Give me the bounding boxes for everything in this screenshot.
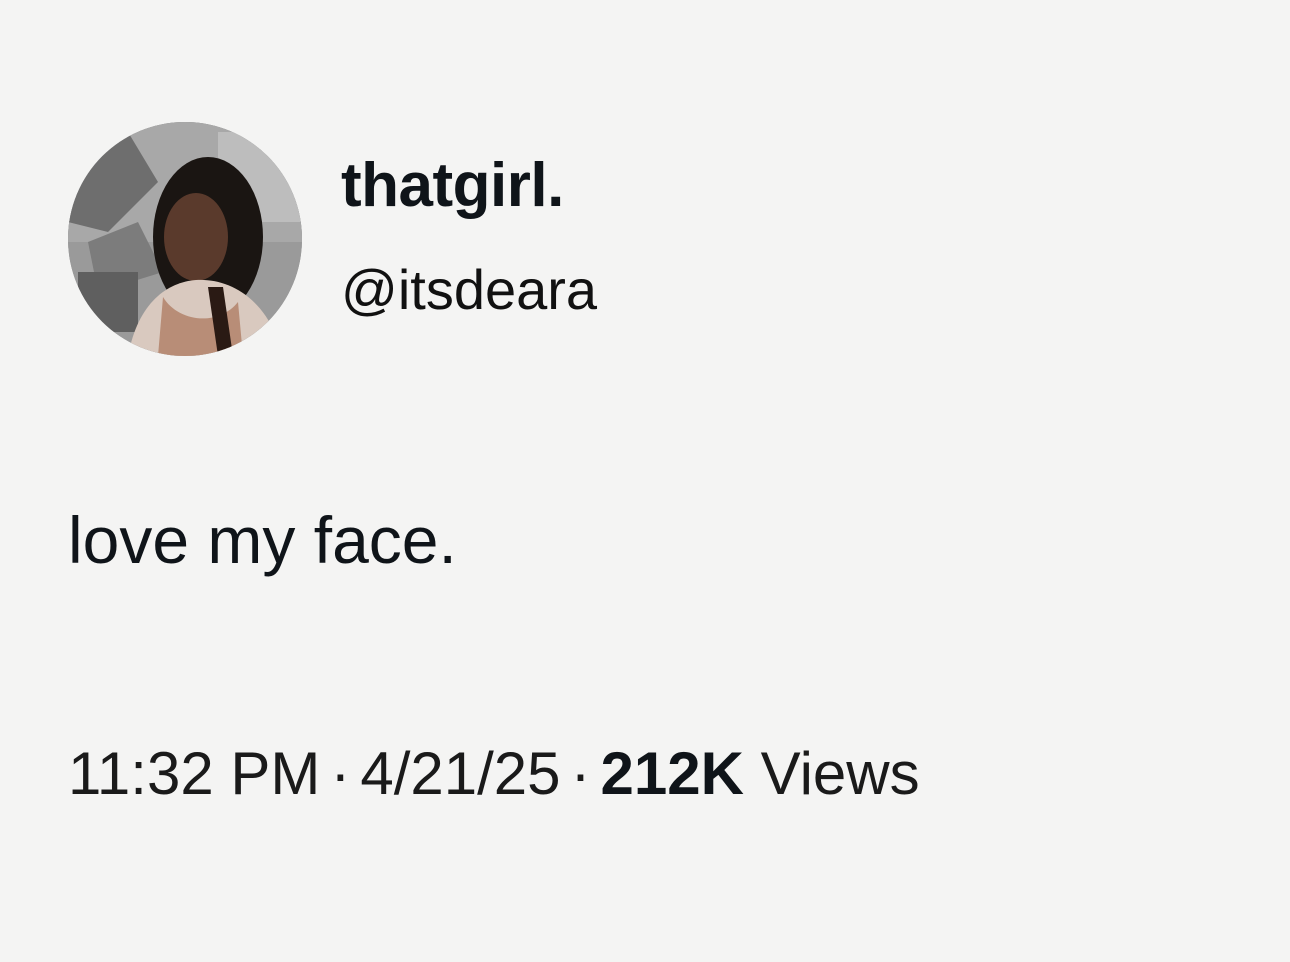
views-label: Views	[760, 740, 920, 807]
tweet-date[interactable]: 4/21/25	[360, 740, 560, 807]
tweet-meta: 11:32 PM · 4/21/25 · 212K Views	[68, 744, 920, 804]
views-count[interactable]: 212K	[601, 740, 744, 807]
meta-separator: ·	[330, 740, 351, 807]
tweet-text: love my face.	[68, 503, 457, 577]
avatar[interactable]	[68, 122, 302, 356]
tweet-card: thatgirl. @itsdeara love my face. 11:32 …	[0, 0, 1290, 962]
profile-photo-icon	[68, 122, 302, 356]
user-handle[interactable]: @itsdeara	[341, 262, 597, 318]
tweet-time[interactable]: 11:32 PM	[68, 740, 320, 807]
display-name[interactable]: thatgirl.	[341, 155, 564, 217]
meta-separator: ·	[570, 740, 591, 807]
